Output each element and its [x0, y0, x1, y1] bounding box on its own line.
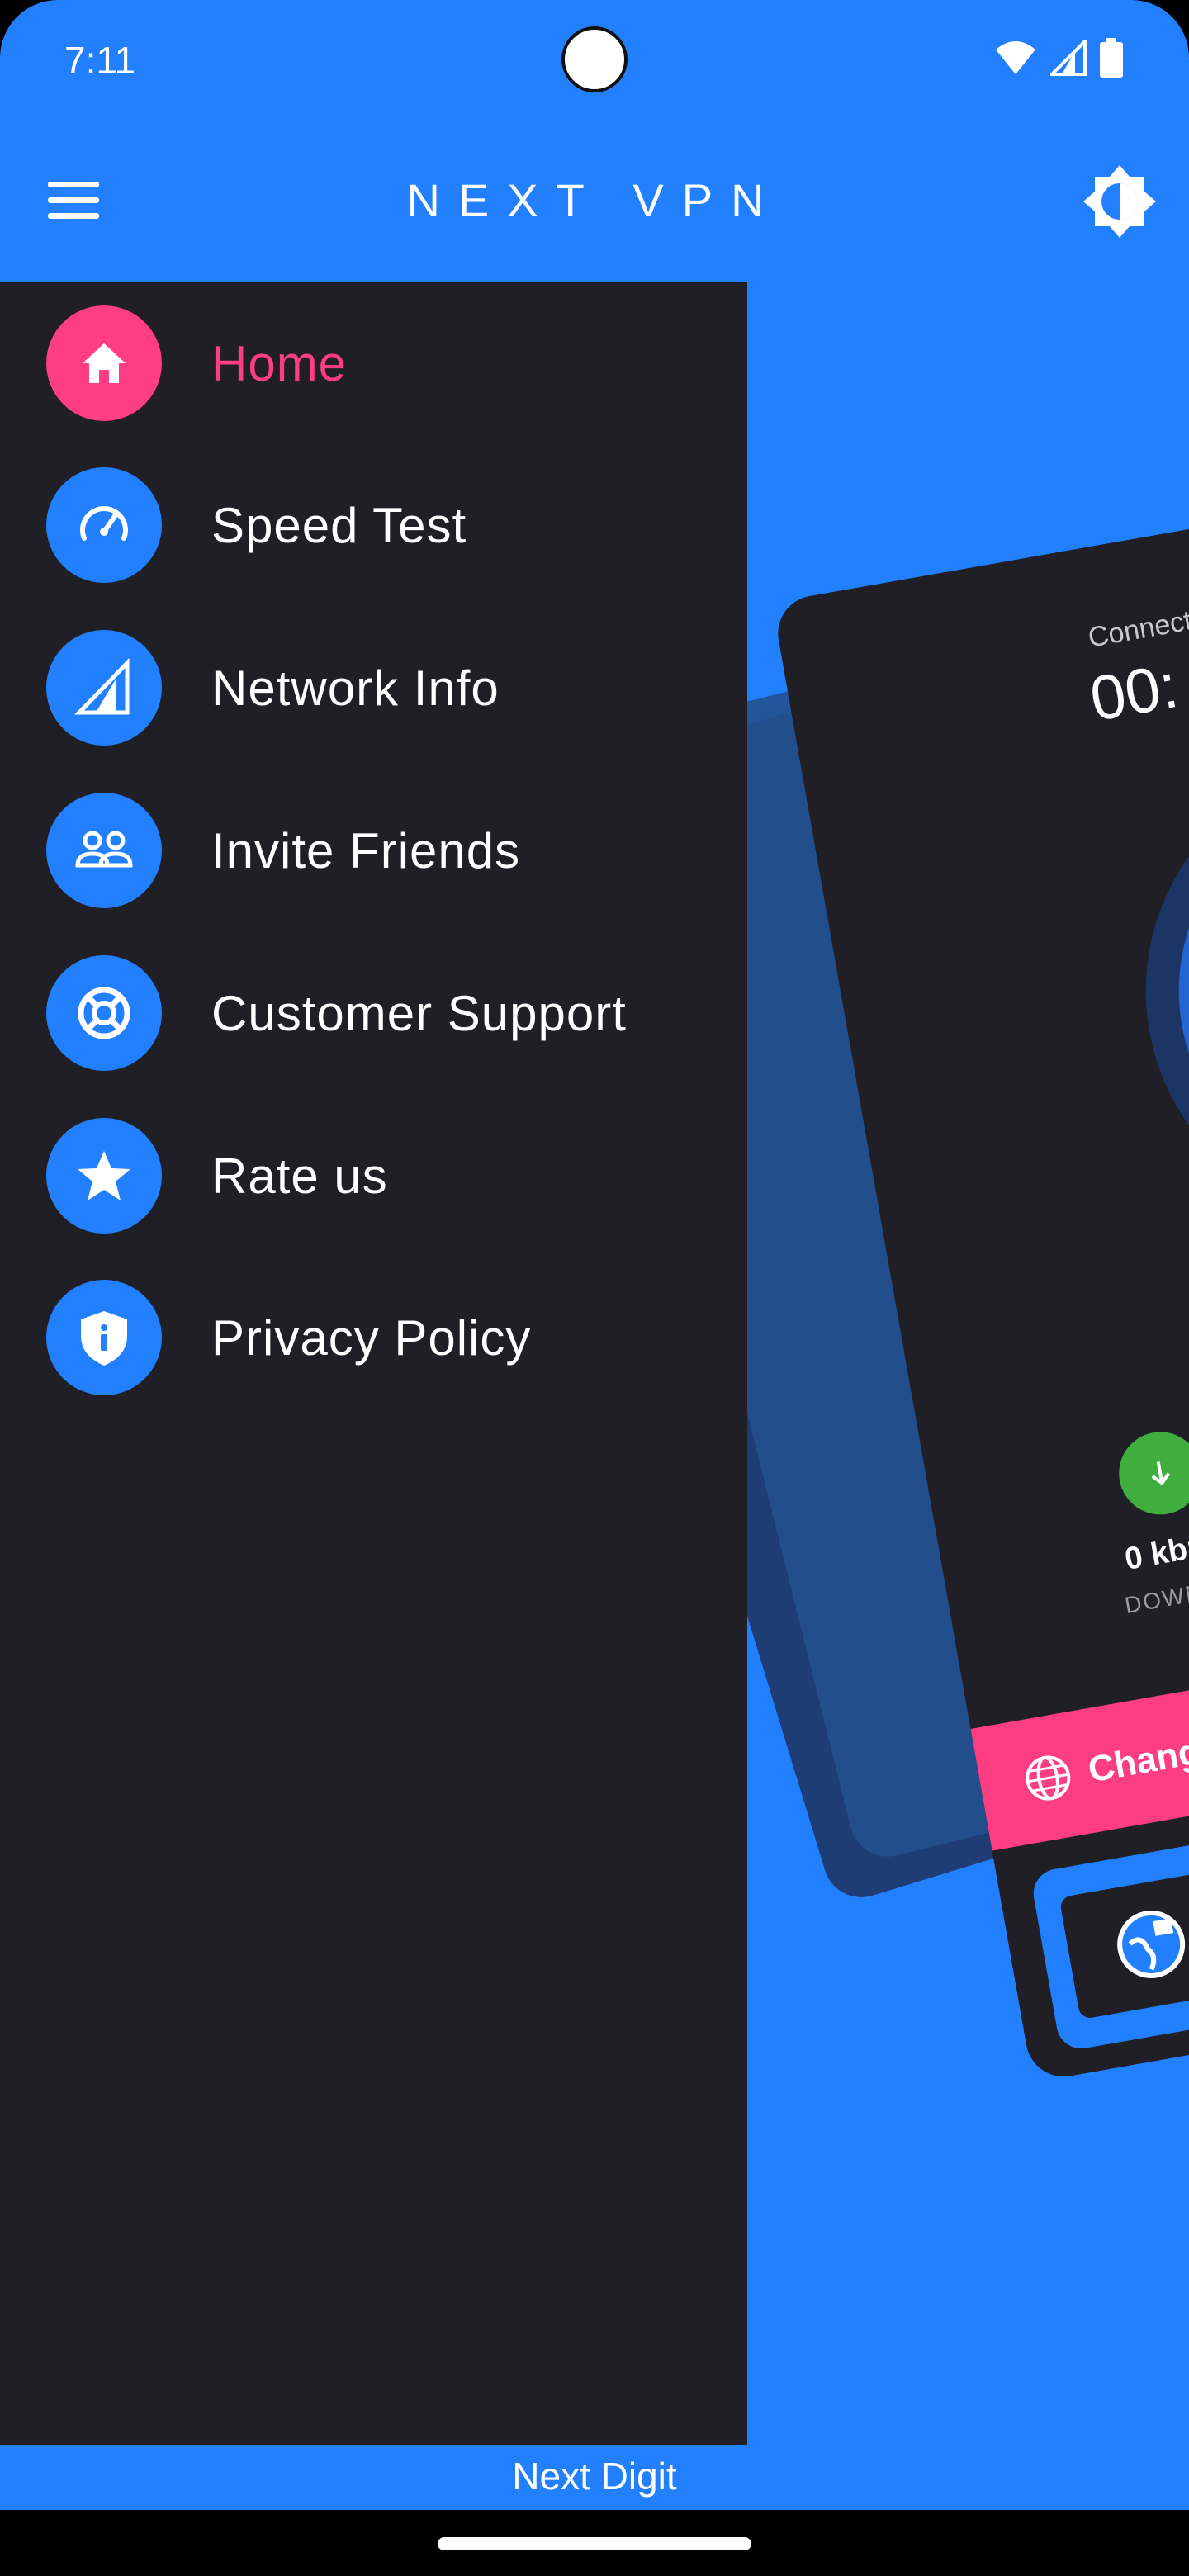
globe-lock-icon [1117, 1910, 1186, 1978]
connect-ring-outer [1109, 722, 1189, 1259]
drawer-item-network-info[interactable]: Network Info [46, 630, 500, 746]
home-gesture-pill[interactable] [438, 2537, 751, 2550]
globe-icon [1026, 1755, 1071, 1801]
drawer-item-label: Invite Friends [211, 822, 521, 878]
drawer-item-rate-us[interactable]: Rate us [46, 1118, 388, 1234]
drawer-item-label: Rate us [211, 1148, 388, 1204]
shield-info-icon [46, 1280, 162, 1395]
status-icons [994, 38, 1123, 78]
drawer-item-label: Home [211, 335, 348, 391]
navigation-drawer: Home Speed Test Network Info Invite Frie… [0, 282, 747, 2445]
connection-status: Connecti [1086, 604, 1189, 654]
app-title: NEXT VPN [406, 174, 783, 226]
drawer-item-label: Speed Test [211, 497, 467, 553]
wifi-icon [996, 41, 1035, 74]
drawer-item-invite-friends[interactable]: Invite Friends [46, 793, 520, 908]
status-time: 7:11 [64, 39, 136, 82]
download-speed: 0 kbps [1122, 1525, 1189, 1578]
people-icon [46, 793, 162, 908]
download-arrow-icon [1112, 1425, 1189, 1522]
drawer-item-home[interactable]: Home [46, 305, 347, 421]
drawer-item-privacy-policy[interactable]: Privacy Policy [46, 1280, 531, 1395]
camera-cutout [561, 26, 628, 92]
download-label: DOWNLO [1122, 1573, 1189, 1618]
star-icon [46, 1118, 162, 1234]
drawer-item-label: Customer Support [211, 985, 627, 1041]
app-screen: 7:11 NEXT VPN Connecti 00: 0 Ta 0 kbps D… [0, 0, 1189, 2576]
drawer-item-label: Network Info [211, 660, 500, 716]
change-button-label: Change [1085, 1727, 1189, 1791]
home-icon [46, 305, 162, 421]
drawer-item-speed-test[interactable]: Speed Test [46, 467, 467, 583]
signal-icon [46, 630, 162, 746]
connection-timer: 00: 0 [1085, 642, 1189, 736]
server-flag [1059, 1868, 1189, 2020]
speedometer-icon [46, 467, 162, 583]
battery-icon [1100, 38, 1123, 78]
brightness-icon[interactable] [1080, 162, 1159, 241]
drawer-item-label: Privacy Policy [211, 1309, 532, 1366]
drawer-item-customer-support[interactable]: Customer Support [46, 955, 627, 1071]
cellular-icon [1050, 40, 1087, 76]
footer-text: Next Digit [512, 2455, 677, 2498]
lifebuoy-icon [46, 955, 162, 1071]
